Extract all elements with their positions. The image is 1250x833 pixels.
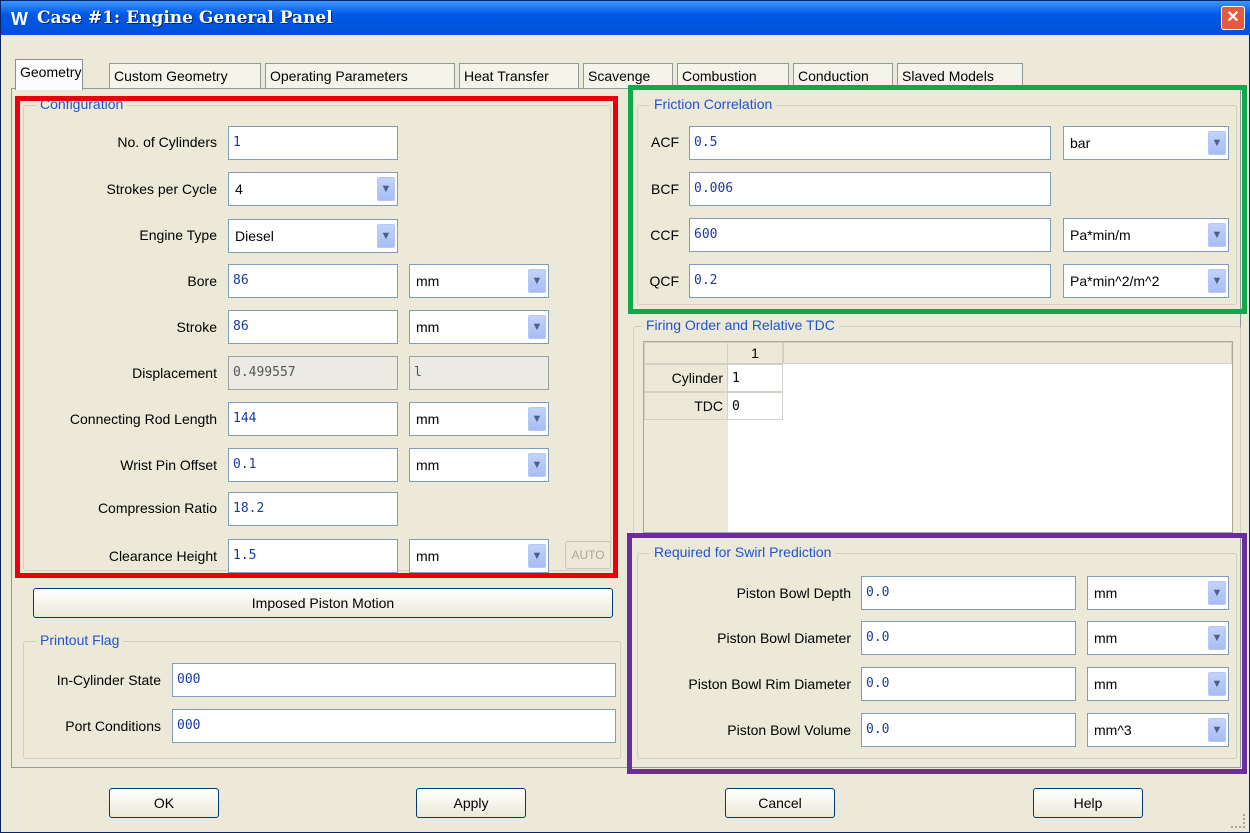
table-cell-cylinder[interactable]: 1 xyxy=(727,364,783,392)
tab-heat-transfer[interactable]: Heat Transfer xyxy=(459,63,579,89)
configuration-highlight xyxy=(15,96,618,578)
help-button[interactable]: Help xyxy=(1033,788,1143,818)
engine-general-panel-window: W Case #1: Engine General Panel ✕ Geomet… xyxy=(0,0,1250,833)
close-icon: ✕ xyxy=(1226,9,1240,26)
in-cylinder-label: In-Cylinder State xyxy=(56,672,161,688)
swirl-highlight xyxy=(627,533,1247,774)
in-cylinder-field[interactable]: 000 xyxy=(172,663,616,697)
resize-grip-icon[interactable] xyxy=(1231,814,1245,828)
table-row-label-cylinder: Cylinder xyxy=(644,364,728,392)
friction-highlight xyxy=(628,85,1247,314)
cancel-button[interactable]: Cancel xyxy=(725,788,835,818)
tab-geometry[interactable]: Geometry xyxy=(15,59,83,90)
table-row-label-tdc: TDC xyxy=(644,392,728,420)
table-corner-cell xyxy=(644,342,728,364)
table-header-filler xyxy=(783,342,1232,364)
firing-order-title: Firing Order and Relative TDC xyxy=(642,317,839,333)
app-logo-icon: W xyxy=(11,9,28,29)
table-row-header-filler xyxy=(644,420,728,532)
tab-operating-parameters[interactable]: Operating Parameters xyxy=(265,63,455,89)
title-bar[interactable]: W Case #1: Engine General Panel ✕ xyxy=(1,1,1250,35)
ok-button[interactable]: OK xyxy=(109,788,219,818)
window-title: Case #1: Engine General Panel xyxy=(37,8,333,28)
table-cell-tdc[interactable]: 0 xyxy=(727,392,783,420)
port-conditions-label: Port Conditions xyxy=(65,718,161,734)
table-column-header[interactable]: 1 xyxy=(727,342,783,364)
printout-flag-title: Printout Flag xyxy=(36,632,124,648)
close-button[interactable]: ✕ xyxy=(1221,6,1245,30)
port-conditions-field[interactable]: 000 xyxy=(172,709,616,743)
tab-custom-geometry[interactable]: Custom Geometry xyxy=(109,63,261,89)
apply-button[interactable]: Apply xyxy=(416,788,526,818)
imposed-piston-motion-button[interactable]: Imposed Piston Motion xyxy=(33,588,613,618)
